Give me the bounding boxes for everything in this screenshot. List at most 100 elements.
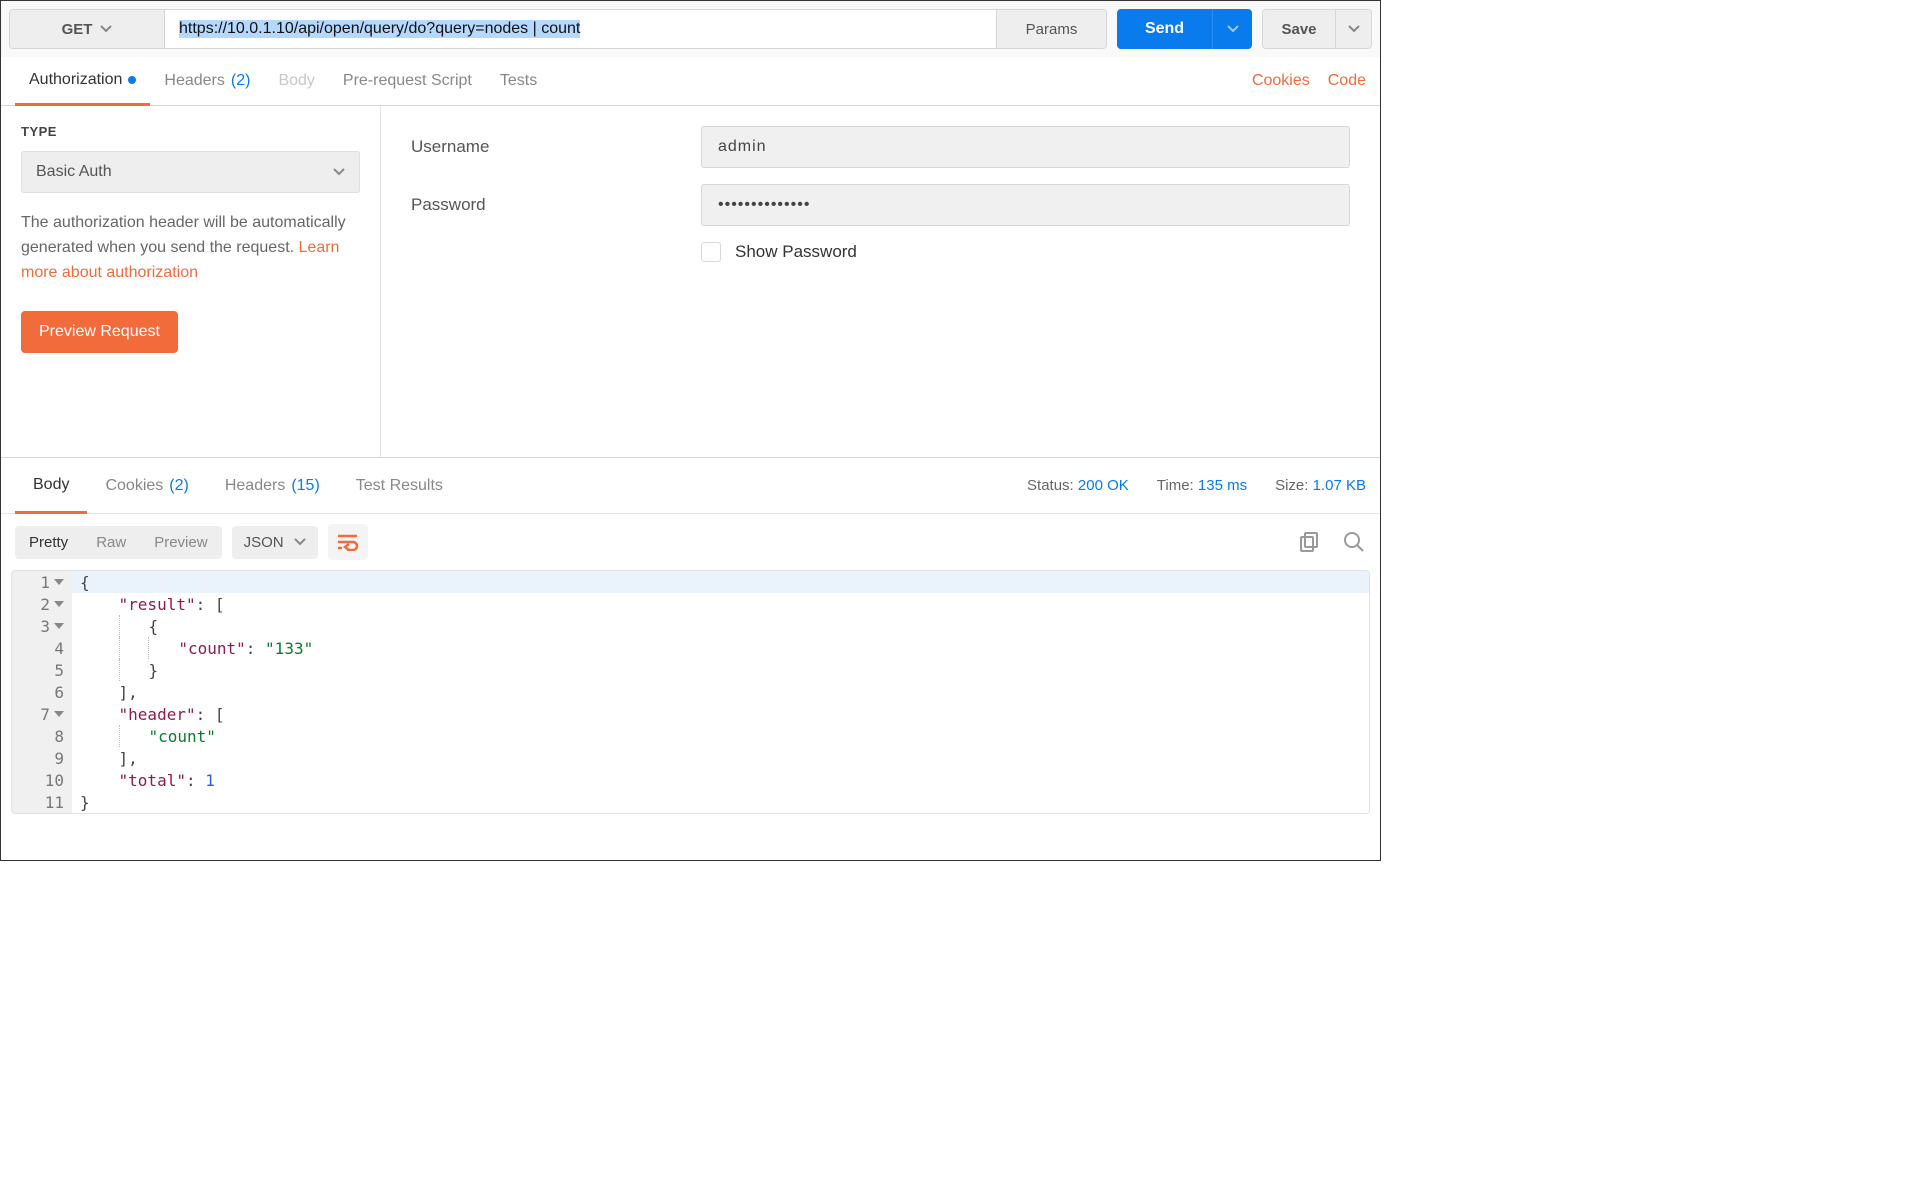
- request-tabs: Authorization Headers (2) Body Pre-reque…: [1, 57, 1380, 106]
- wrap-icon: [337, 533, 359, 551]
- code-line: 11 }: [12, 791, 1369, 813]
- show-password-label: Show Password: [735, 242, 857, 262]
- code-link[interactable]: Code: [1328, 72, 1366, 90]
- gutter: 2: [12, 593, 72, 615]
- auth-type-value: Basic Auth: [36, 163, 112, 181]
- chevron-down-icon: [1227, 23, 1239, 35]
- cookies-link[interactable]: Cookies: [1252, 72, 1310, 90]
- gutter: 11: [12, 791, 72, 813]
- auth-sidebar: TYPE Basic Auth The authorization header…: [1, 106, 381, 457]
- save-label: Save: [1281, 21, 1316, 38]
- preview-button[interactable]: Preview: [140, 526, 221, 559]
- username-input[interactable]: [701, 126, 1350, 168]
- copy-icon[interactable]: [1298, 530, 1322, 554]
- raw-button[interactable]: Raw: [82, 526, 140, 559]
- tab-tests[interactable]: Tests: [486, 57, 551, 106]
- params-button[interactable]: Params: [996, 10, 1106, 48]
- format-dropdown[interactable]: JSON: [232, 526, 318, 559]
- tab-label: Body: [33, 476, 69, 494]
- tab-label: Headers: [225, 477, 285, 495]
- resp-tab-headers[interactable]: Headers (15): [207, 458, 338, 514]
- tab-count: (2): [231, 72, 251, 90]
- response-body-viewer[interactable]: 1 { 2 "result": [ 3 { 4 "count": "133" 5…: [11, 570, 1370, 814]
- gutter: 7: [12, 703, 72, 725]
- tab-authorization[interactable]: Authorization: [15, 57, 150, 106]
- tab-body[interactable]: Body: [264, 57, 328, 106]
- gutter: 3: [12, 615, 72, 637]
- username-label: Username: [411, 137, 701, 157]
- preview-request-button[interactable]: Preview Request: [21, 311, 178, 353]
- method-dropdown[interactable]: GET: [10, 10, 165, 48]
- response-tabs: Body Cookies (2) Headers (15) Test Resul…: [1, 458, 1380, 514]
- chevron-down-icon: [294, 536, 306, 548]
- gutter: 5: [12, 659, 72, 681]
- size-label: Size:: [1275, 477, 1308, 494]
- request-tabs-right: Cookies Code: [1252, 72, 1366, 90]
- code-line: 10 "total": 1: [12, 769, 1369, 791]
- fold-icon[interactable]: [54, 623, 64, 629]
- tab-label: Body: [278, 72, 314, 90]
- method-label: GET: [62, 21, 93, 38]
- fold-icon[interactable]: [54, 601, 64, 607]
- authorization-panel: TYPE Basic Auth The authorization header…: [1, 106, 1380, 458]
- tab-label: Test Results: [356, 477, 443, 495]
- tab-headers[interactable]: Headers (2): [150, 57, 264, 106]
- status-value: 200 OK: [1078, 477, 1129, 494]
- pretty-button[interactable]: Pretty: [15, 526, 82, 559]
- gutter: 8: [12, 725, 72, 747]
- show-password-checkbox[interactable]: [701, 242, 721, 262]
- auth-type-dropdown[interactable]: Basic Auth: [21, 151, 360, 193]
- send-dropdown[interactable]: [1212, 9, 1252, 49]
- username-row: Username: [411, 126, 1350, 168]
- code-line: 6 ],: [12, 681, 1369, 703]
- save-group: Save: [1262, 9, 1372, 49]
- fold-icon[interactable]: [54, 711, 64, 717]
- gutter: 10: [12, 769, 72, 791]
- tab-label: Tests: [500, 72, 537, 90]
- wrap-lines-button[interactable]: [328, 524, 368, 560]
- code-line: 8 "count": [12, 725, 1369, 747]
- fold-icon[interactable]: [54, 579, 64, 585]
- code-line: 3 {: [12, 615, 1369, 637]
- search-icon[interactable]: [1342, 530, 1366, 554]
- time-label: Time:: [1157, 477, 1194, 494]
- tab-label: Pre-request Script: [343, 72, 472, 90]
- auth-type-heading: TYPE: [21, 124, 360, 139]
- url-input[interactable]: [165, 10, 996, 48]
- resp-tab-test-results[interactable]: Test Results: [338, 458, 461, 514]
- send-label: Send: [1145, 20, 1184, 38]
- code-line: 7 "header": [: [12, 703, 1369, 725]
- method-url-group: GET Params: [9, 9, 1107, 49]
- gutter: 1: [12, 571, 72, 593]
- code-line: 5 }: [12, 659, 1369, 681]
- tab-label: Authorization: [29, 71, 122, 89]
- modified-dot-icon: [128, 76, 136, 84]
- status-label: Status:: [1027, 477, 1074, 494]
- status-group: Status: 200 OK: [1027, 477, 1129, 494]
- body-toolbar: Pretty Raw Preview JSON: [1, 514, 1380, 570]
- save-dropdown[interactable]: [1335, 10, 1371, 48]
- gutter: 4: [12, 637, 72, 659]
- send-button[interactable]: Send: [1117, 9, 1212, 49]
- time-group: Time: 135 ms: [1157, 477, 1247, 494]
- gutter: 6: [12, 681, 72, 703]
- password-label: Password: [411, 195, 701, 215]
- preview-request-label: Preview Request: [39, 323, 160, 341]
- auth-desc-text: The authorization header will be automat…: [21, 214, 346, 256]
- resp-tab-cookies[interactable]: Cookies (2): [87, 458, 206, 514]
- code-line: 4 "count": "133": [12, 637, 1369, 659]
- code-line: 9 ],: [12, 747, 1369, 769]
- tab-label: Cookies: [105, 477, 163, 495]
- tab-count: (15): [291, 477, 319, 495]
- chevron-down-icon: [100, 23, 112, 35]
- chevron-down-icon: [1348, 23, 1360, 35]
- password-input[interactable]: [701, 184, 1350, 226]
- resp-tab-body[interactable]: Body: [15, 458, 87, 514]
- code-line: 2 "result": [: [12, 593, 1369, 615]
- tab-prerequest-script[interactable]: Pre-request Script: [329, 57, 486, 106]
- code-line: 1 {: [12, 571, 1369, 593]
- params-label: Params: [1026, 21, 1078, 38]
- format-label: JSON: [244, 534, 284, 551]
- request-bar: GET Params Send Save: [1, 1, 1380, 57]
- save-button[interactable]: Save: [1263, 10, 1335, 48]
